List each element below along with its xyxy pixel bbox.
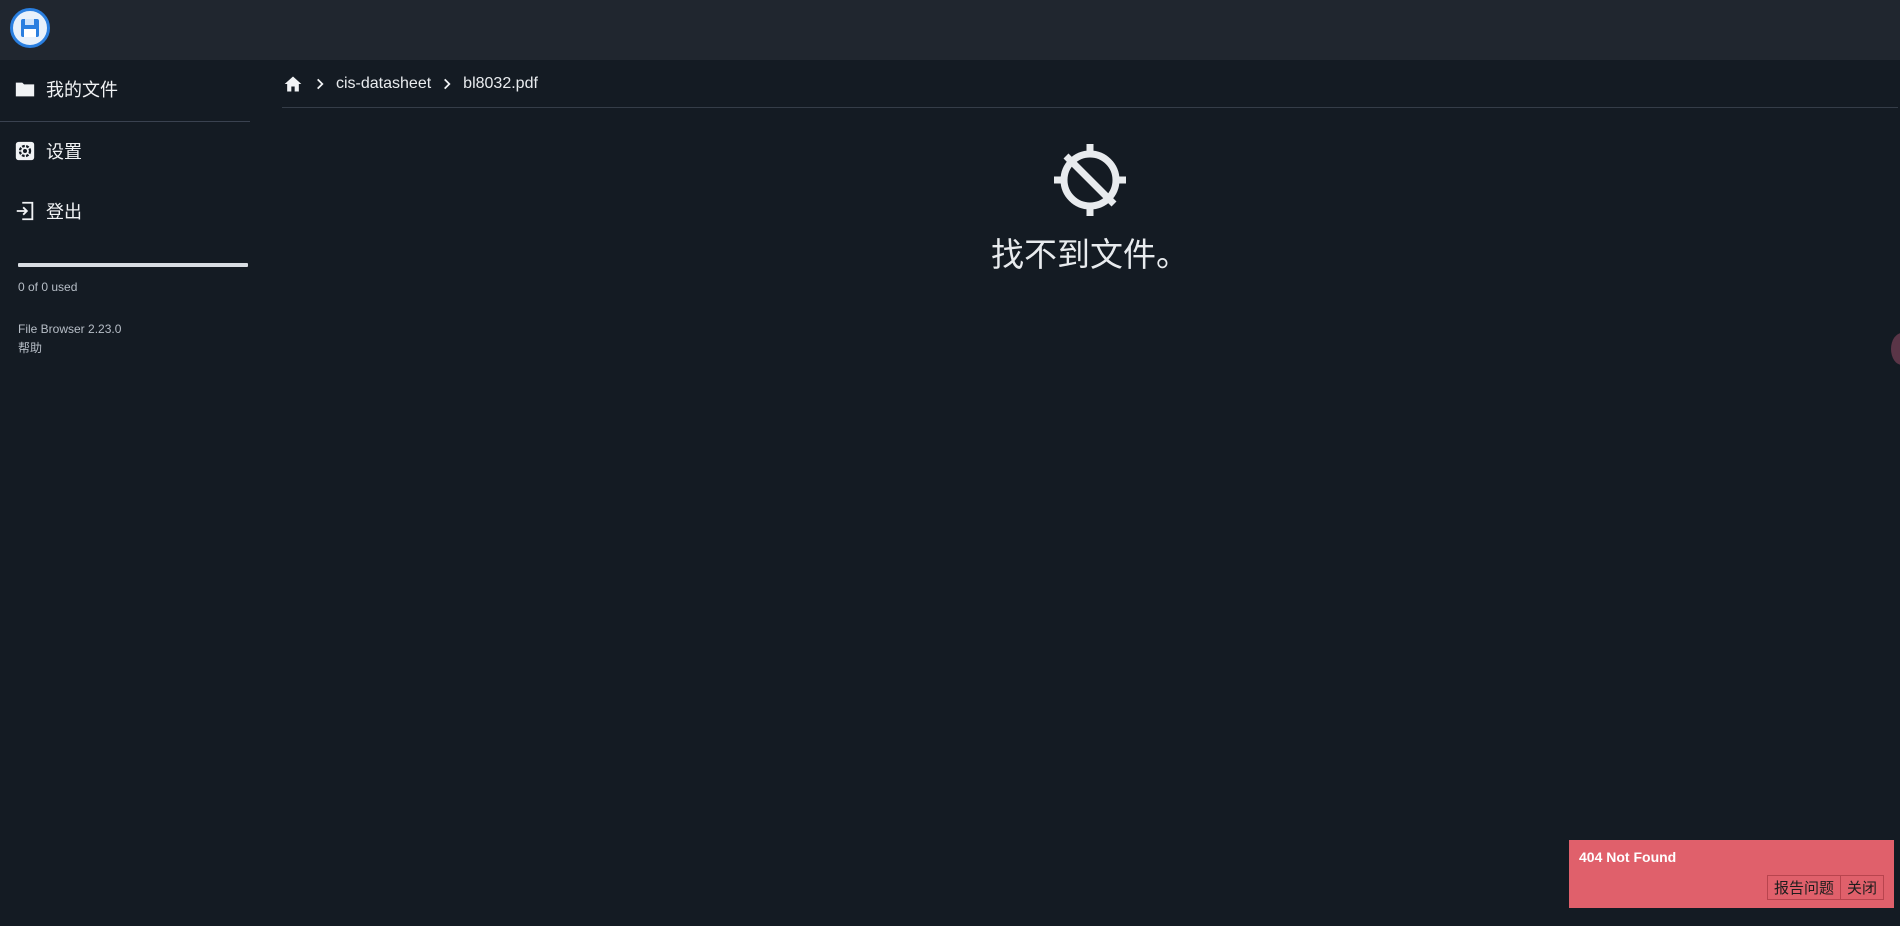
home-icon[interactable]	[282, 73, 304, 95]
logout-icon	[13, 199, 37, 223]
chevron-right-icon	[310, 74, 330, 94]
folder-icon	[13, 77, 37, 101]
floppy-disk-icon	[21, 19, 39, 37]
sidebar-item-label: 我的文件	[46, 80, 118, 100]
toast-actions: 报告问题 关闭	[1766, 875, 1884, 900]
not-found-text: 找不到文件。	[991, 236, 1189, 273]
gps-off-icon	[1054, 144, 1126, 216]
storage-usage-bar	[18, 263, 248, 267]
toast-title: 404 Not Found	[1579, 849, 1677, 865]
help-link[interactable]: 帮助	[18, 339, 42, 356]
gear-icon	[13, 139, 37, 163]
top-bar	[0, 0, 1900, 60]
error-toast: 404 Not Found 报告问题 关闭	[1569, 840, 1894, 908]
breadcrumb-item-folder[interactable]: cis-datasheet	[336, 75, 431, 93]
breadcrumb-item-file[interactable]: bl8032.pdf	[463, 75, 538, 93]
close-button[interactable]: 关闭	[1840, 875, 1884, 900]
sidebar: 我的文件 设置 登出 0 of 0 used File Browser 2.23…	[0, 60, 250, 926]
sidebar-item-label: 设置	[46, 142, 82, 162]
app-version: File Browser 2.23.0	[18, 322, 122, 336]
chevron-right-icon	[437, 74, 457, 94]
sidebar-item-logout[interactable]: 登出	[0, 182, 250, 240]
report-issue-button[interactable]: 报告问题	[1766, 875, 1841, 900]
not-found-message: 找不到文件。	[900, 140, 1280, 276]
breadcrumb: cis-datasheet bl8032.pdf	[282, 60, 1898, 108]
sidebar-item-settings[interactable]: 设置	[0, 122, 250, 180]
sidebar-item-label: 登出	[46, 202, 82, 222]
storage-usage-text: 0 of 0 used	[18, 280, 78, 294]
sidebar-item-my-files[interactable]: 我的文件	[0, 60, 250, 118]
app-logo[interactable]	[10, 8, 50, 48]
floating-action-button[interactable]	[1891, 333, 1900, 365]
